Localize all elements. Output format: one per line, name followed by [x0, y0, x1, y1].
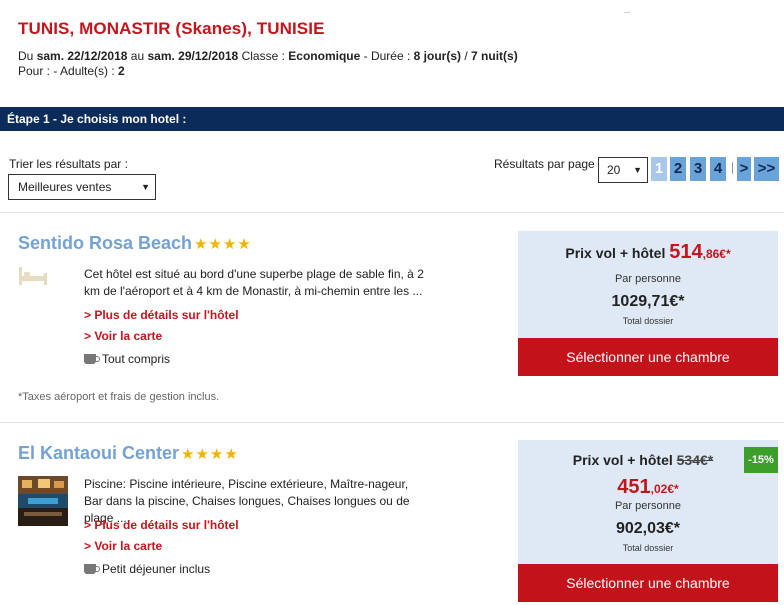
hotel-placeholder-icon [18, 262, 68, 312]
per-person-label: Par personne [614, 273, 682, 285]
price-box: -15% Prix vol + hôtel 534€* 451,02€* Par… [518, 440, 778, 602]
trip-details: Du sam. 22/12/2018 au sam. 29/12/2018 Cl… [18, 49, 518, 78]
total-label: Total dossier [622, 543, 674, 553]
per-person-label: Par personne [614, 500, 682, 512]
destination-title: TUNIS, MONASTIR (Skanes), TUNISIE [18, 19, 325, 38]
page-1-button[interactable]: 1 [651, 157, 667, 181]
hotel-name[interactable]: El Kantaoui Center [18, 443, 179, 464]
duration-days: 8 jour(s) [413, 49, 462, 63]
cup-icon [84, 354, 100, 364]
total-price: 1029,71€* [611, 293, 685, 310]
pager-separator: | [731, 160, 735, 174]
board-type: Tout compris [84, 352, 170, 366]
divider [0, 422, 784, 423]
star-rating: ★★★★ [181, 446, 239, 463]
per-page-label: Résultats par page : [494, 157, 602, 171]
divider [0, 212, 784, 213]
board-type: Petit déjeuner inclus [84, 562, 210, 576]
old-price: 534€* [676, 452, 714, 468]
duration-nights: 7 nuit(s) [471, 49, 518, 63]
page-2-button[interactable]: 2 [670, 157, 686, 181]
price-value: 514 [669, 241, 703, 263]
hotel-details-link[interactable]: > Plus de détails sur l'hôtel [84, 518, 239, 532]
hotel-details-link[interactable]: > Plus de détails sur l'hôtel [84, 308, 239, 322]
sort-label: Trier les résultats par : [9, 157, 128, 171]
total-price: 902,03€* [615, 520, 681, 537]
select-room-button[interactable]: Sélectionner une chambre [518, 564, 778, 602]
date-from: sam. 22/12/2018 [36, 49, 128, 63]
date-to: sam. 29/12/2018 [147, 49, 239, 63]
page-3-button[interactable]: 3 [690, 157, 706, 181]
step-bar: Étape 1 - Je choisis mon hotel : [0, 107, 784, 131]
last-page-button[interactable]: >> [754, 157, 779, 181]
per-page-select[interactable]: 20 ▼ [598, 157, 648, 183]
star-rating: ★★★★ [194, 236, 252, 253]
next-page-button[interactable]: > [737, 157, 751, 181]
total-label: Total dossier [622, 316, 674, 326]
divider [624, 12, 630, 18]
view-map-link[interactable]: > Voir la carte [84, 329, 162, 343]
view-map-link[interactable]: > Voir la carte [84, 539, 162, 553]
hotel-photo[interactable] [18, 476, 68, 526]
hotel-name[interactable]: Sentido Rosa Beach [18, 233, 192, 254]
page-4-button[interactable]: 4 [710, 157, 726, 181]
price-label: Prix vol + hôtel 534€* [572, 452, 714, 468]
search-summary: TUNIS, MONASTIR (Skanes), TUNISIE Du sam… [18, 19, 518, 79]
price-value: 451,02€* [617, 476, 679, 498]
adults-count: 2 [118, 64, 125, 78]
cup-icon [84, 564, 100, 574]
caret-down-icon: ▼ [633, 165, 642, 175]
price-box: Prix vol + hôtel 514,86€* Par personne 1… [518, 231, 778, 376]
sort-select[interactable]: Meilleures ventes ▼ [8, 174, 156, 200]
select-room-button[interactable]: Sélectionner une chambre [518, 338, 778, 376]
price-label: Prix vol + hôtel 514,86€* [565, 241, 731, 263]
class-value: Economique [288, 49, 361, 63]
caret-down-icon: ▼ [141, 182, 150, 192]
hotel-description: Cet hôtel est situé au bord d'une superb… [84, 267, 424, 298]
taxes-note: *Taxes aéroport et frais de gestion incl… [18, 391, 220, 403]
